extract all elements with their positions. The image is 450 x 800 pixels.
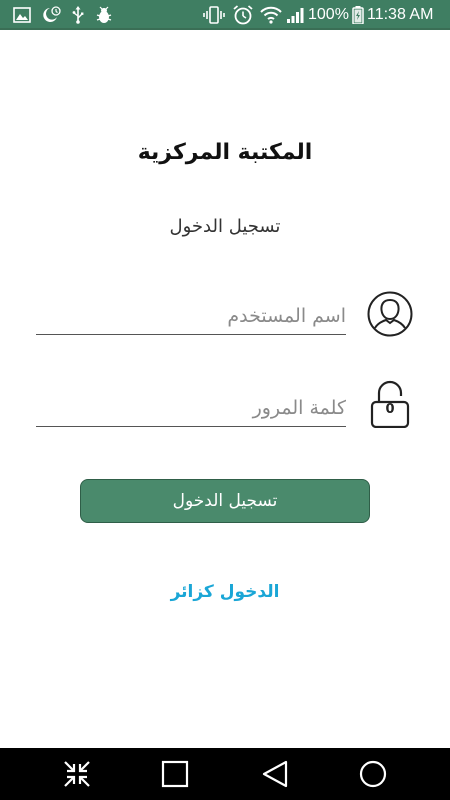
login-button-label: تسجيل الدخول: [172, 491, 278, 511]
login-screen: 100% 11:38 AM المكتبة المركزية تسجيل الد…: [0, 0, 450, 800]
login-heading: تسجيل الدخول: [169, 216, 281, 237]
status-bar: 100% 11:38 AM: [0, 0, 450, 30]
lock-icon: 0: [366, 380, 414, 429]
password-row: 0: [36, 380, 416, 440]
vibrate-icon: [203, 6, 225, 24]
login-button[interactable]: تسجيل الدخول: [80, 479, 370, 523]
password-input[interactable]: [36, 390, 346, 427]
app-title: المكتبة المركزية: [137, 140, 313, 165]
collapse-icon[interactable]: [60, 758, 94, 790]
bug-icon: [95, 6, 113, 24]
username-input[interactable]: [36, 298, 346, 335]
battery-icon: [352, 6, 364, 24]
moon-icon: [40, 6, 62, 24]
battery-percent: 100%: [308, 6, 349, 23]
image-icon: [12, 6, 32, 24]
navigation-bar: [0, 748, 450, 800]
lock-digit: 0: [385, 402, 395, 417]
usb-icon: [70, 6, 86, 24]
user-icon: [366, 290, 414, 338]
alarm-icon: [232, 5, 254, 25]
signal-icon: [286, 6, 304, 24]
status-bar-divider: [0, 28, 450, 30]
clock: 11:38 AM: [367, 6, 434, 23]
guest-login-link[interactable]: الدخول كزائر: [0, 582, 450, 602]
wifi-icon: [259, 6, 283, 24]
home-icon[interactable]: [356, 758, 390, 790]
recents-icon[interactable]: [158, 758, 192, 790]
username-row: [36, 290, 416, 350]
back-icon[interactable]: [258, 758, 292, 790]
